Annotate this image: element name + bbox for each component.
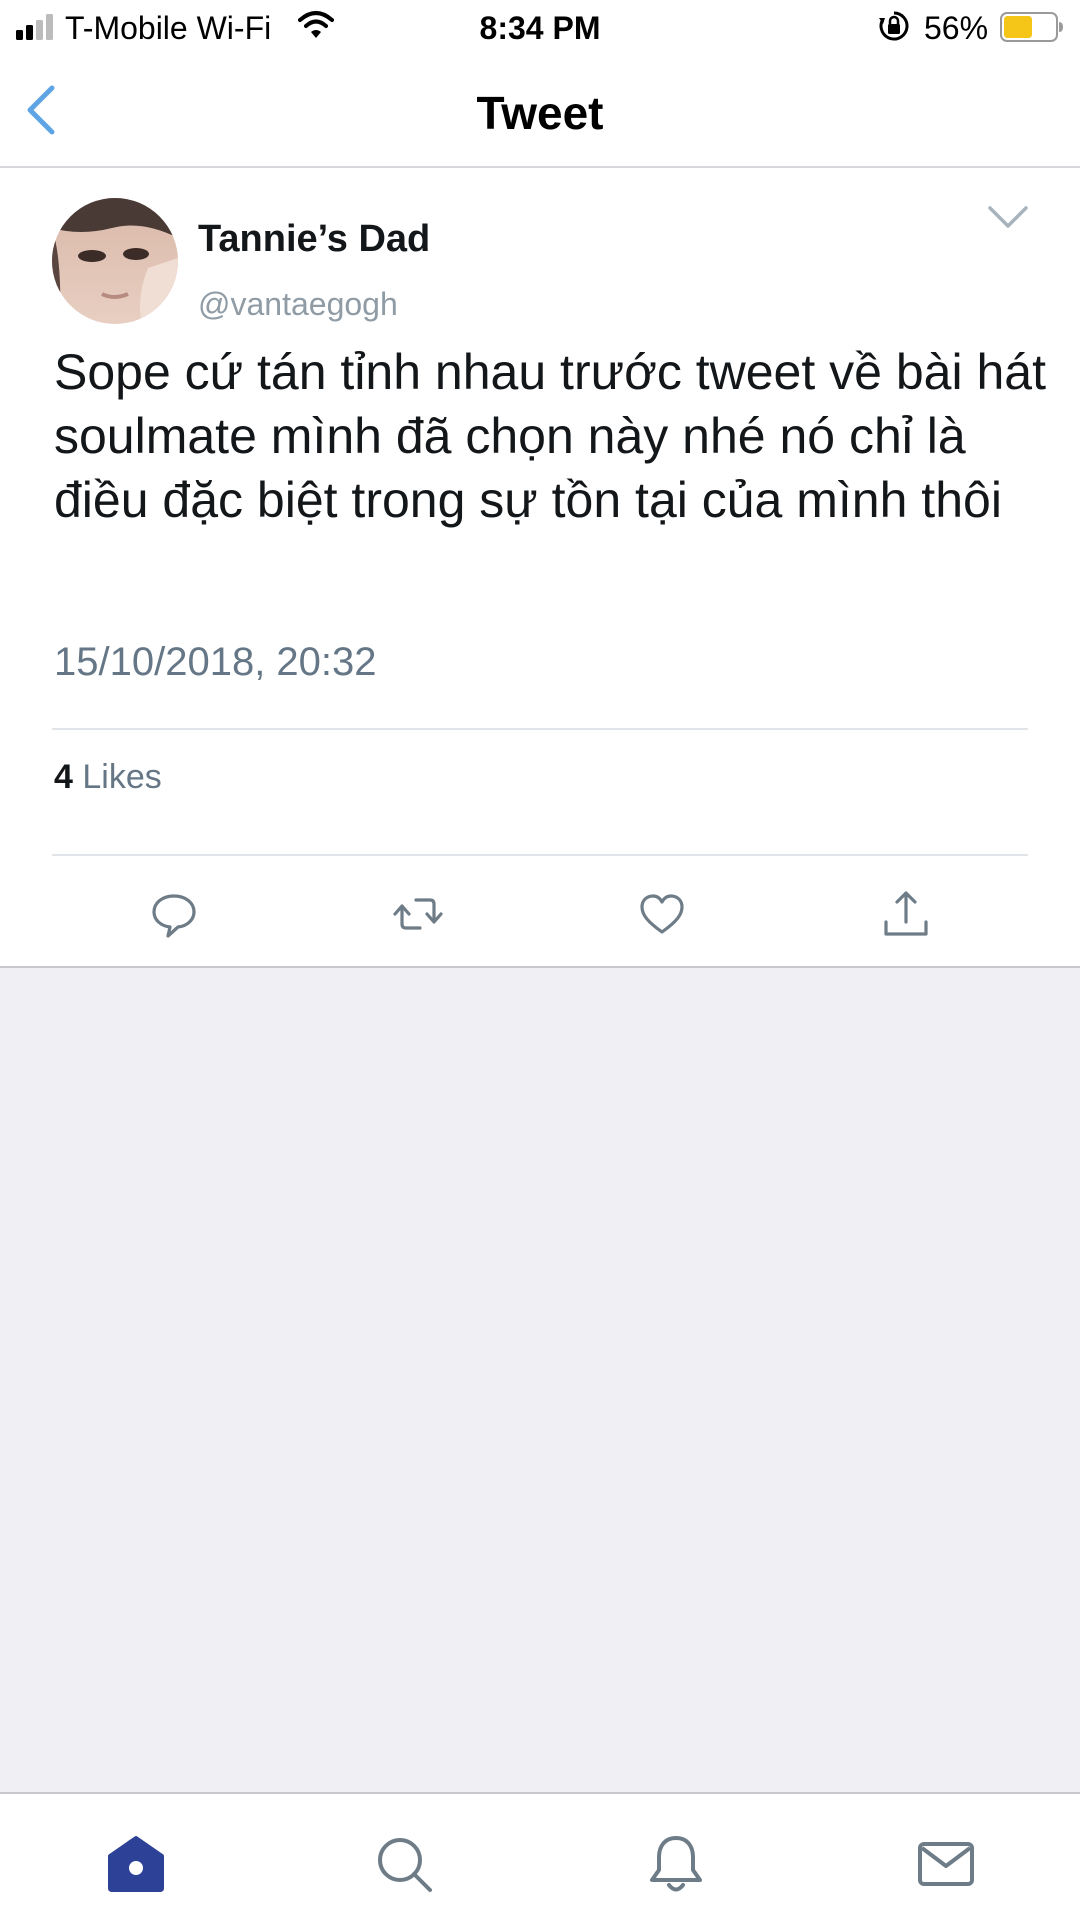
notifications-icon[interactable]	[644, 1832, 708, 1896]
tweet-timestamp: 15/10/2018, 20:32	[54, 640, 377, 684]
page-title: Tweet	[476, 87, 604, 139]
divider	[52, 728, 1028, 730]
avatar-image	[52, 198, 178, 324]
reply-icon[interactable]	[146, 886, 202, 942]
tweet-detail: Tannie’s Dad @vantaegogh Sope cứ tán tỉn…	[0, 168, 1080, 968]
nav-bar: Tweet	[0, 58, 1080, 168]
retweet-icon[interactable]	[390, 886, 446, 942]
status-bar: T-Mobile Wi-Fi 8:34 PM 56%	[0, 0, 1080, 58]
rotation-lock-icon	[879, 11, 909, 41]
divider	[52, 854, 1028, 856]
search-icon[interactable]	[372, 1832, 436, 1896]
empty-area	[0, 968, 1080, 1792]
tab-bar	[0, 1792, 1080, 1922]
tweet-text: Sope cứ tán tỉnh nhau trước tweet về bài…	[54, 344, 1046, 528]
home-icon[interactable]	[104, 1832, 168, 1896]
likes-count: 4	[54, 758, 73, 796]
chevron-down-icon[interactable]	[986, 202, 1030, 232]
battery-icon	[1000, 12, 1063, 42]
status-time: 8:34 PM	[479, 10, 601, 46]
battery-percent: 56%	[924, 10, 989, 46]
user-handle[interactable]: @vantaegogh	[198, 284, 398, 324]
avatar[interactable]	[52, 198, 178, 324]
messages-icon[interactable]	[914, 1832, 978, 1896]
display-name[interactable]: Tannie’s Dad	[198, 216, 430, 262]
share-icon[interactable]	[878, 886, 934, 942]
likes-label: Likes	[82, 758, 162, 796]
like-icon[interactable]	[634, 886, 690, 942]
likes-stat[interactable]: 4 Likes	[54, 756, 162, 798]
